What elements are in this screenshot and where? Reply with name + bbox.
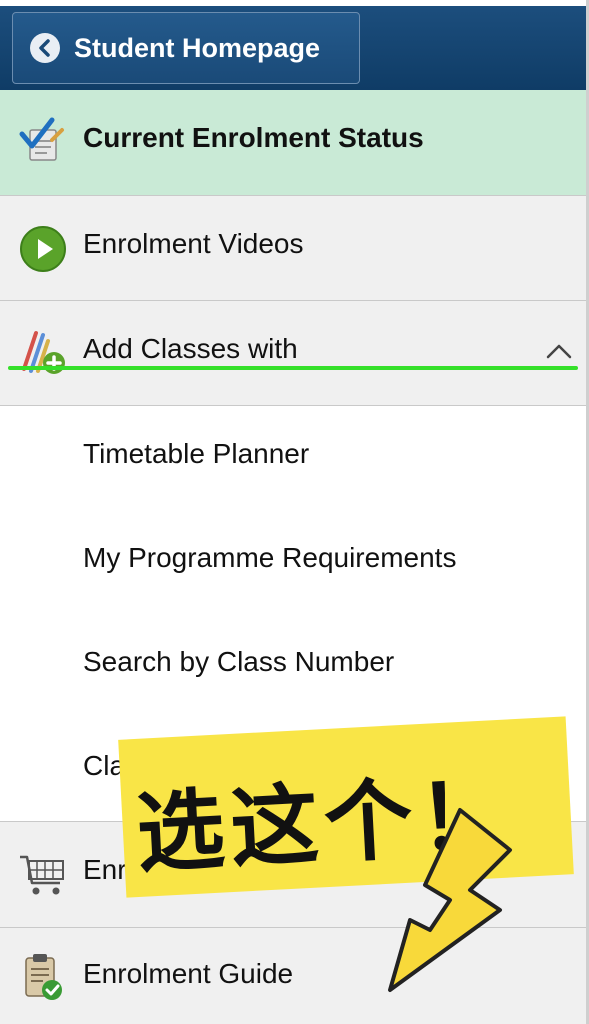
- student-homepage-back-button[interactable]: Student Homepage: [12, 12, 360, 84]
- arrow-down-left-icon: [388, 808, 512, 992]
- checklist-check-icon: [18, 116, 68, 166]
- chevron-left-icon: [30, 33, 60, 63]
- nav-label-current-enrolment-status: Current Enrolment Status: [83, 122, 424, 153]
- submenu-item-programme-requirements[interactable]: My Programme Requirements: [83, 542, 456, 574]
- header-bar: Student Homepage: [0, 0, 586, 90]
- nav-label-add-classes: Add Classes with: [83, 333, 298, 364]
- play-circle-icon: [18, 224, 68, 274]
- chevron-up-icon[interactable]: [544, 341, 574, 361]
- nav-label-enrolment-videos: Enrolment Videos: [83, 228, 304, 259]
- back-button-label: Student Homepage: [74, 32, 321, 63]
- highlight-underline: [8, 366, 578, 370]
- shopping-cart-icon: [18, 850, 68, 900]
- submenu-item-search-by-class-number[interactable]: Search by Class Number: [83, 646, 394, 678]
- enrolment-nav-panel: Student Homepage Current Enrolment Statu…: [0, 0, 589, 1024]
- nav-item-current-enrolment-status[interactable]: Current Enrolment Status: [0, 90, 586, 196]
- nav-item-enrolment-videos[interactable]: Enrolment Videos: [0, 196, 586, 301]
- submenu-item-timetable-planner[interactable]: Timetable Planner: [83, 438, 309, 470]
- nav-item-add-classes[interactable]: Add Classes with: [0, 301, 586, 406]
- clipboard-check-icon: [18, 952, 68, 1002]
- nav-label-enrolment-guide: Enrolment Guide: [83, 958, 294, 989]
